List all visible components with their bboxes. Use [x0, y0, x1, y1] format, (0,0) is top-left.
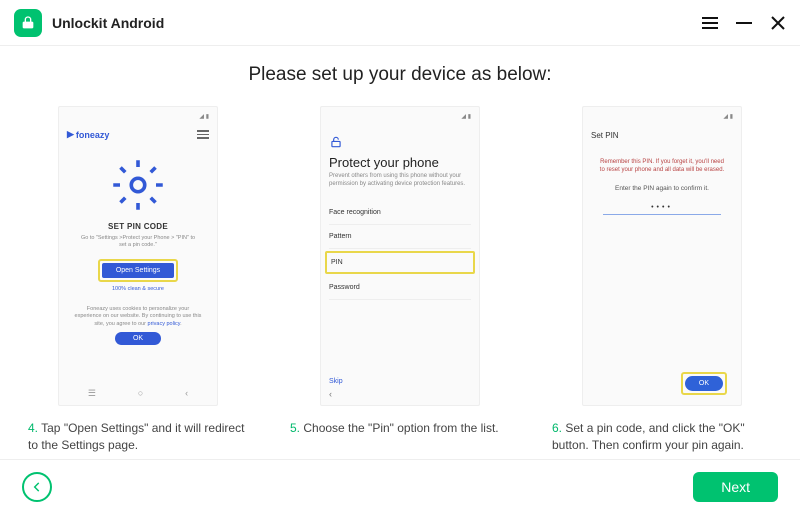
list-item: Pattern: [329, 225, 471, 249]
app-title: Unlockit Android: [52, 15, 702, 31]
cookie-ok-button: OK: [115, 332, 161, 345]
set-pin-sub: Go to "Settings >Protect your Phone > "P…: [67, 235, 209, 249]
phone-mock-1: ◢ ▮ ▶foneazy SET PIN CODE Go to "Setting…: [58, 106, 218, 406]
lock-icon: [329, 135, 471, 151]
panel-2: ◢ ▮ Protect your phone Prevent others fr…: [290, 106, 510, 454]
open-settings-highlight: Open Settings: [98, 259, 178, 282]
back-nav-icon: ‹: [185, 388, 188, 398]
set-pin-heading: Set PIN: [591, 131, 733, 140]
list-item: Password: [329, 276, 471, 300]
caption-5: 5. Choose the "Pin" option from the list…: [290, 420, 510, 437]
close-icon[interactable]: [770, 15, 786, 31]
panel-1: ◢ ▮ ▶foneazy SET PIN CODE Go to "Setting…: [28, 106, 248, 454]
app-logo: [14, 9, 42, 37]
caption-4: 4. Tap "Open Settings" and it will redir…: [28, 420, 248, 454]
next-button[interactable]: Next: [693, 472, 778, 502]
window-controls: [702, 15, 786, 31]
panel-3: ◢ ▮ Set PIN Remember this PIN. If you fo…: [552, 106, 772, 454]
phone-mock-3: ◢ ▮ Set PIN Remember this PIN. If you fo…: [582, 106, 742, 406]
gear-icon: [111, 158, 165, 214]
list-item: Face recognition: [329, 201, 471, 225]
brand-logo: ▶foneazy: [67, 129, 109, 140]
back-arrow-icon: ‹: [329, 389, 471, 405]
titlebar: Unlockit Android: [0, 0, 800, 46]
caption-6: 6. Set a pin code, and click the "OK" bu…: [552, 420, 772, 454]
phone-mock-2: ◢ ▮ Protect your phone Prevent others fr…: [320, 106, 480, 406]
set-pin-title: SET PIN CODE: [67, 222, 209, 231]
open-settings-button: Open Settings: [102, 263, 174, 278]
clean-label: 100% clean & secure: [67, 286, 209, 292]
android-nav-bar: ☰ ○ ‹: [67, 381, 209, 405]
panels-row: ◢ ▮ ▶foneazy SET PIN CODE Go to "Setting…: [28, 106, 772, 454]
footer-bar: Next: [0, 459, 800, 513]
lock-options-list: Face recognition Pattern PIN Password: [329, 201, 471, 300]
cookie-notice: Foneazy uses cookies to personalize your…: [67, 306, 209, 327]
home-icon: ○: [138, 388, 143, 398]
menu-icon[interactable]: [702, 15, 718, 31]
pin-entry-field: ••••: [603, 204, 721, 215]
main-content: Please set up your device as below: ◢ ▮ …: [0, 46, 800, 454]
status-bar-icon: ◢ ▮: [67, 113, 209, 121]
pin-ok-button: OK: [685, 376, 723, 391]
privacy-link: privacy policy: [148, 321, 181, 327]
skip-link: Skip: [329, 370, 471, 389]
ok-highlight: OK: [681, 372, 727, 395]
protect-desc: Prevent others from using this phone wit…: [329, 173, 471, 189]
protect-title: Protect your phone: [329, 155, 471, 170]
status-bar-icon: ◢ ▮: [329, 113, 471, 121]
back-button[interactable]: [22, 472, 52, 502]
status-bar-icon: ◢ ▮: [591, 113, 733, 121]
list-item-pin-highlight: PIN: [325, 251, 475, 274]
page-heading: Please set up your device as below:: [28, 64, 772, 86]
minimize-icon[interactable]: [736, 15, 752, 31]
confirm-msg: Enter the PIN again to confirm it.: [591, 185, 733, 192]
hamburger-icon: [197, 130, 209, 139]
pin-warning: Remember this PIN. If you forget it, you…: [591, 158, 733, 175]
recent-icon: ☰: [88, 388, 96, 399]
